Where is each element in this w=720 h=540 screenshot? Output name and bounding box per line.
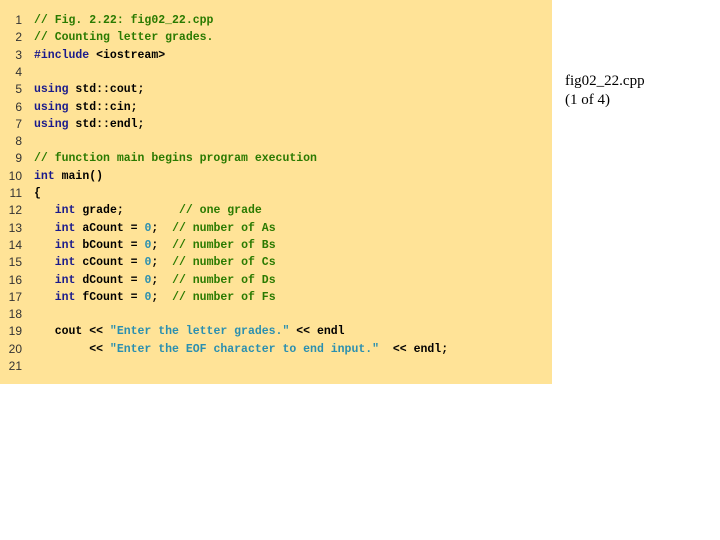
line-number: 8 bbox=[15, 134, 22, 149]
code-keyword: #include bbox=[34, 48, 90, 62]
code-text: int cCount = 0; // number of Cs bbox=[34, 254, 276, 271]
line-number: 13 bbox=[8, 220, 22, 235]
code-plain: ; bbox=[151, 290, 173, 304]
line-number: 19 bbox=[8, 324, 22, 339]
code-plain: cCount = bbox=[75, 256, 145, 270]
code-keyword: using bbox=[34, 100, 69, 114]
code-plain: grade; bbox=[75, 204, 179, 218]
code-plain: std::endl; bbox=[68, 117, 145, 131]
code-text: // Fig. 2.22: fig02_22.cpp bbox=[34, 12, 213, 29]
code-text: cout << "Enter the letter grades." << en… bbox=[34, 323, 345, 340]
code-plain: fCount = bbox=[75, 290, 145, 304]
code-text: int bCount = 0; // number of Bs bbox=[34, 237, 276, 254]
code-keyword: int bbox=[54, 204, 76, 218]
code-text: { bbox=[34, 185, 41, 202]
code-text: using std::cin; bbox=[34, 99, 138, 116]
code-string: "Enter the EOF character to end input." bbox=[109, 342, 380, 356]
code-plain: std::cout; bbox=[68, 83, 145, 97]
line-number: 18 bbox=[8, 307, 22, 322]
page-indicator: (1 of 4) bbox=[565, 92, 610, 108]
code-plain bbox=[34, 239, 55, 252]
code-keyword: int bbox=[54, 273, 76, 287]
code-text: #include <iostream> bbox=[34, 47, 165, 64]
line-number: 20 bbox=[8, 341, 22, 356]
code-string: "Enter the letter grades." bbox=[109, 325, 290, 339]
code-comment: // function main begins program executio… bbox=[34, 152, 317, 166]
code-keyword: int bbox=[54, 238, 76, 252]
line-number: 17 bbox=[8, 289, 22, 304]
code-plain bbox=[34, 204, 55, 217]
line-number: 16 bbox=[8, 272, 22, 287]
code-plain bbox=[34, 256, 55, 269]
code-text: int aCount = 0; // number of As bbox=[34, 220, 276, 237]
line-number: 6 bbox=[15, 99, 22, 114]
line-number: 2 bbox=[15, 30, 22, 45]
code-comment: // Fig. 2.22: fig02_22.cpp bbox=[34, 14, 214, 27]
line-number: 21 bbox=[8, 359, 22, 373]
code-plain: aCount = bbox=[75, 221, 145, 235]
code-text: int fCount = 0; // number of Fs bbox=[34, 289, 276, 306]
line-number: 9 bbox=[15, 151, 22, 166]
code-text: // function main begins program executio… bbox=[34, 150, 317, 167]
code-plain: cout << bbox=[34, 325, 110, 339]
code-plain: ; bbox=[151, 238, 173, 252]
code-plain bbox=[34, 222, 55, 235]
code-keyword: int bbox=[34, 169, 55, 183]
code-comment: // number of Fs bbox=[172, 290, 276, 304]
code-text: int main() bbox=[34, 168, 103, 185]
code-comment: // Counting letter grades. bbox=[34, 31, 214, 45]
code-plain: std::cin; bbox=[68, 100, 138, 114]
code-text: int grade; // one grade bbox=[34, 202, 262, 219]
code-plain: << bbox=[34, 342, 110, 356]
code-comment: // number of As bbox=[172, 221, 276, 235]
slide-caption: fig02_22.cpp (1 of 4) bbox=[565, 72, 645, 110]
code-text: using std::cout; bbox=[34, 81, 144, 98]
code-plain: bCount = bbox=[75, 238, 145, 252]
code-plain: dCount = bbox=[75, 273, 145, 287]
code-comment: // number of Ds bbox=[172, 273, 276, 287]
code-text: int dCount = 0; // number of Ds bbox=[34, 272, 276, 289]
code-plain: { bbox=[34, 187, 41, 200]
line-number: 11 bbox=[9, 186, 22, 200]
line-number: 4 bbox=[15, 64, 22, 79]
code-text: using std::endl; bbox=[34, 116, 144, 133]
code-listing-panel: 1 // Fig. 2.22: fig02_22.cpp 2 // Counting … bbox=[0, 0, 552, 384]
line-number: 14 bbox=[8, 237, 22, 252]
code-text: << "Enter the EOF character to end input… bbox=[34, 341, 448, 358]
code-plain: << endl; bbox=[379, 342, 449, 356]
code-keyword: int bbox=[54, 290, 76, 304]
line-number: 5 bbox=[15, 82, 22, 97]
line-number: 15 bbox=[8, 255, 22, 270]
code-plain: ; bbox=[151, 256, 173, 270]
line-number: 12 bbox=[8, 203, 22, 218]
code-keyword: using bbox=[34, 83, 69, 97]
code-comment: // number of Cs bbox=[172, 256, 276, 270]
code-text: // Counting letter grades. bbox=[34, 29, 213, 46]
code-keyword: using bbox=[34, 117, 69, 131]
code-plain: <iostream> bbox=[89, 48, 166, 62]
file-name-label: fig02_22.cpp bbox=[565, 73, 645, 89]
code-plain: ; bbox=[151, 273, 173, 287]
line-number: 10 bbox=[8, 168, 22, 183]
code-plain: << endl bbox=[289, 325, 345, 339]
code-comment: // one grade bbox=[178, 204, 262, 218]
code-plain bbox=[34, 291, 55, 304]
code-keyword: int bbox=[54, 256, 76, 270]
code-plain: main() bbox=[54, 169, 104, 183]
line-number: 1 bbox=[15, 13, 22, 27]
line-number: 7 bbox=[15, 116, 22, 131]
code-plain: ; bbox=[151, 221, 173, 235]
code-plain bbox=[34, 274, 55, 287]
code-comment: // number of Bs bbox=[172, 238, 276, 252]
line-number: 3 bbox=[15, 47, 22, 62]
code-keyword: int bbox=[54, 221, 76, 235]
